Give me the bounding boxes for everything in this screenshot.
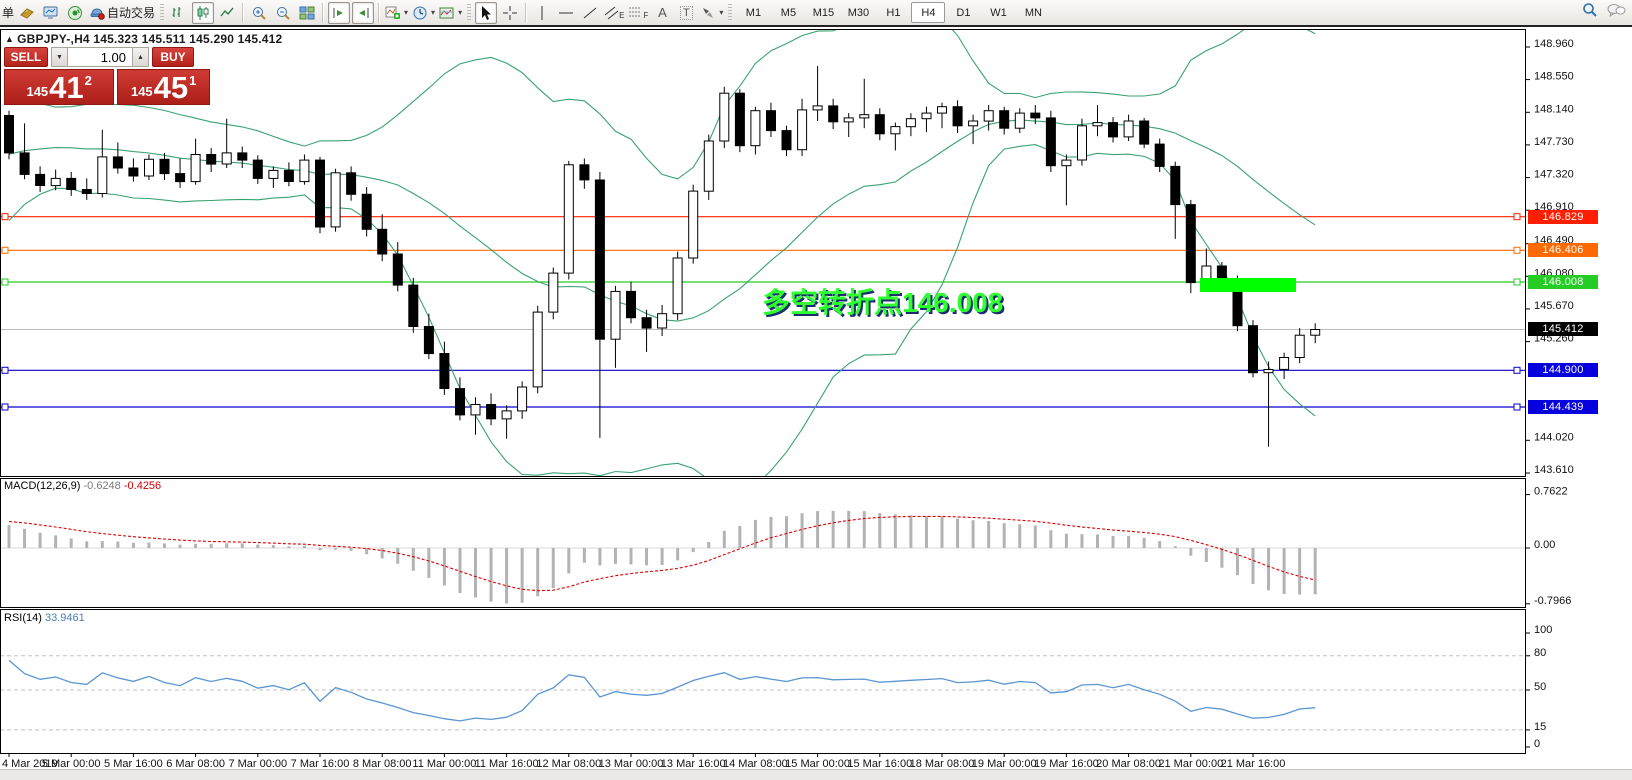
- pivot-annotation-text: 多空转折点146.008: [762, 281, 1003, 321]
- buy-price-pip: 1: [189, 73, 196, 88]
- rsi-indicator-label: RSI(14) 33.9461: [4, 612, 85, 624]
- axis-tick-label: 147.730: [1534, 136, 1574, 148]
- axis-tick-label: -0.7966: [1534, 595, 1571, 607]
- axis-tick-label: 0.00: [1534, 539, 1555, 551]
- chart-canvas[interactable]: 148.960148.550148.140147.730147.320146.9…: [0, 0, 1632, 780]
- axis-tick-label: 148.140: [1534, 103, 1574, 115]
- symbol-info: ▲GBPJPY-,H4 145.323 145.511 145.290 145.…: [5, 32, 282, 46]
- symbol-ohlc-text: GBPJPY-,H4 145.323 145.511 145.290 145.4…: [17, 32, 282, 46]
- one-click-trade-panel: SELL ▼ 1.00 ▲ BUY 145 41 2 145 45 1: [4, 47, 210, 105]
- price-level-label: 144.900: [1528, 363, 1598, 377]
- rsi-value: 33.9461: [45, 612, 85, 624]
- sell-price-main: 41: [49, 74, 83, 102]
- macd-indicator-label: MACD(12,26,9) -0.6248 -0.4256: [4, 480, 161, 492]
- volume-input[interactable]: 1.00: [68, 47, 132, 67]
- axis-tick-label: 144.020: [1534, 431, 1574, 443]
- axis-tick-label: 15: [1534, 721, 1546, 733]
- macd-name: MACD(12,26,9): [4, 480, 80, 492]
- sell-price-pip: 2: [85, 73, 92, 88]
- buy-price-main: 45: [154, 74, 188, 102]
- buy-price-prefix: 145: [131, 84, 153, 99]
- axis-tick-label: 148.960: [1534, 38, 1574, 50]
- rsi-name: RSI(14): [4, 612, 42, 624]
- volume-stepper: ▼ 1.00 ▲: [51, 47, 149, 67]
- axis-tick-label: 0: [1534, 738, 1540, 750]
- axis-tick-label: 50: [1534, 681, 1546, 693]
- buy-button[interactable]: BUY: [152, 47, 194, 67]
- price-level-label: 144.439: [1528, 400, 1598, 414]
- price-level-label: 145.412: [1528, 322, 1598, 336]
- status-strip: [0, 769, 1632, 780]
- axis-tick-label: 80: [1534, 647, 1546, 659]
- buy-price-button[interactable]: 145 45 1: [117, 69, 210, 105]
- volume-increase-button[interactable]: ▲: [132, 47, 149, 67]
- macd-signal-value: -0.4256: [124, 480, 161, 492]
- axis-tick-label: 143.610: [1534, 464, 1574, 476]
- symbol-marker-icon: ▲: [5, 34, 14, 44]
- mt4-window: { "toolbar": { "order_label": "单", "auto…: [0, 0, 1632, 780]
- axis-tick-label: 145.670: [1534, 300, 1574, 312]
- macd-main-value: -0.6248: [83, 480, 120, 492]
- sell-price-button[interactable]: 145 41 2: [4, 69, 114, 105]
- price-level-label: 146.406: [1528, 243, 1598, 257]
- sell-button[interactable]: SELL: [4, 47, 48, 67]
- price-level-label: 146.008: [1528, 275, 1598, 289]
- price-level-label: 146.829: [1528, 210, 1598, 224]
- axis-tick-label: 147.320: [1534, 169, 1574, 181]
- sell-price-prefix: 145: [26, 84, 48, 99]
- volume-decrease-button[interactable]: ▼: [51, 47, 68, 67]
- axis-tick-label: 0.7622: [1534, 486, 1568, 498]
- axis-tick-label: 100: [1534, 624, 1552, 636]
- axis-tick-label: 148.550: [1534, 71, 1574, 83]
